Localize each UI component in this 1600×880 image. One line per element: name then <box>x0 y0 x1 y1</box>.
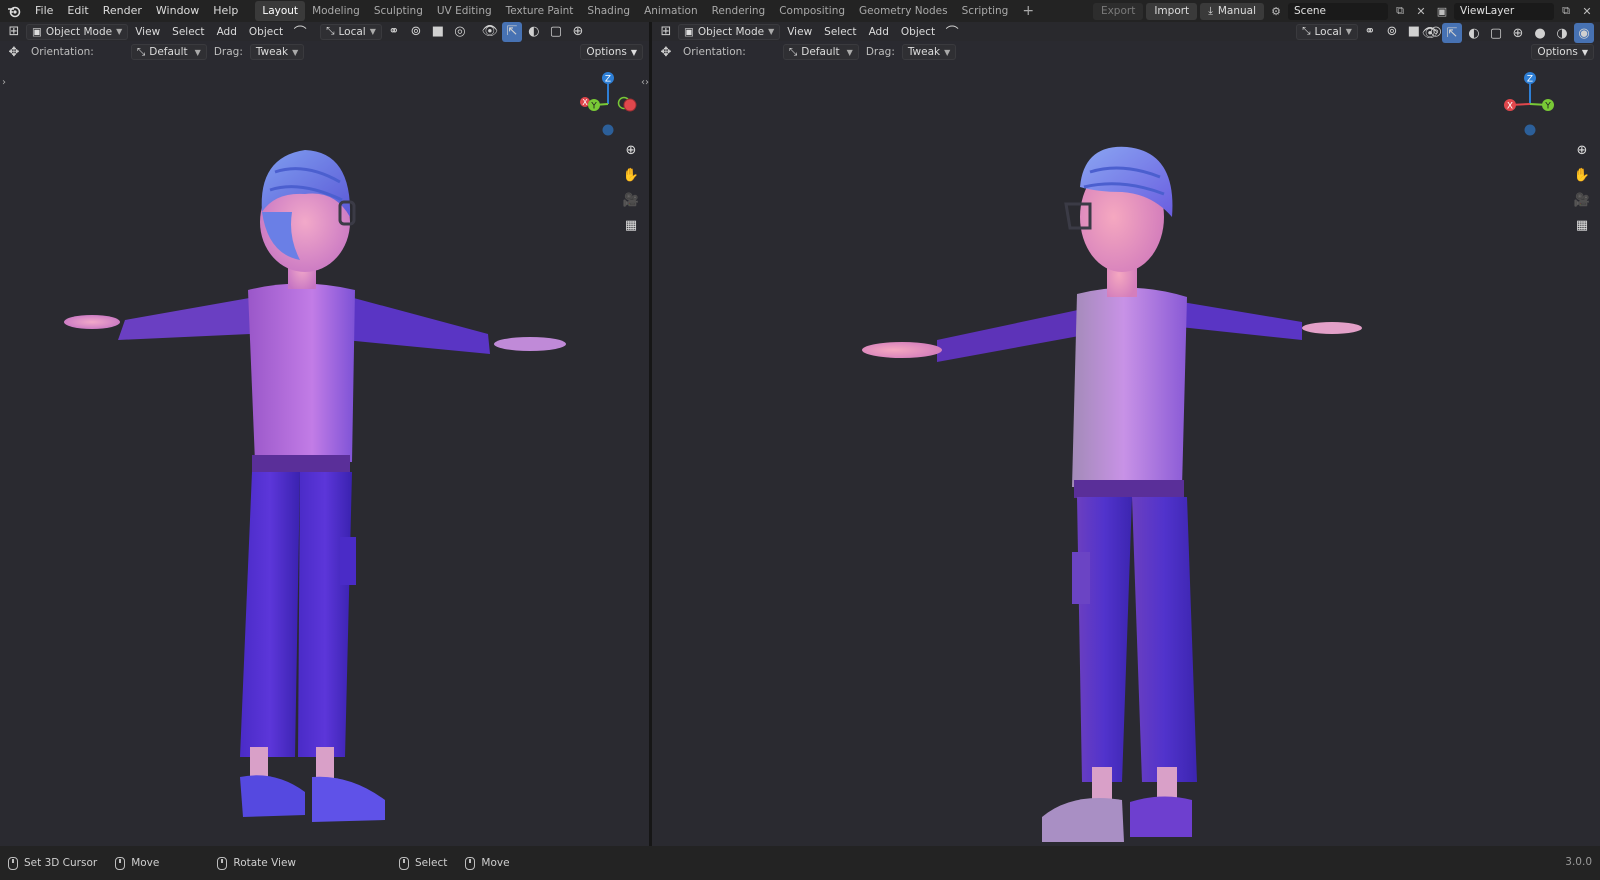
viewport-right[interactable]: ⊞ ▣ Object Mode ▼ View Select Add Object ⌒… <box>652 22 1600 846</box>
mouse-middle-icon <box>115 856 126 870</box>
export-label: Export <box>1100 5 1136 17</box>
tab-layout[interactable]: Layout <box>255 1 306 21</box>
tab-sculpting[interactable]: Sculpting <box>367 1 430 21</box>
tab-geometry-nodes[interactable]: Geometry Nodes <box>852 1 955 21</box>
tab-shading[interactable]: Shading <box>580 1 637 21</box>
manual-label: Manual <box>1217 5 1256 17</box>
status-item-move-2: Move <box>465 856 510 870</box>
mouse-left-icon <box>399 856 410 870</box>
tab-uv-editing[interactable]: UV Editing <box>430 1 499 21</box>
status-label: Set 3D Cursor <box>24 857 98 869</box>
status-bar: Set 3D Cursor Move Rotate View Select Mo… <box>0 846 1600 880</box>
status-label: Move <box>131 857 160 869</box>
tab-scripting[interactable]: Scripting <box>955 1 1016 21</box>
new-view-layer-icon[interactable]: ⧉ <box>1557 3 1575 20</box>
mouse-right-icon <box>217 856 228 870</box>
top-bar: File Edit Render Window Help Layout Mode… <box>0 0 1600 22</box>
main-menu: File Edit Render Window Help <box>28 0 245 22</box>
mouse-left-icon <box>8 856 18 870</box>
view-layer-icon[interactable]: ▣ <box>1433 3 1451 20</box>
topbar-right: Export Import ⤓ Manual ⚙ Scene ⧉ ✕ ▣ View… <box>1092 0 1600 22</box>
status-item-move: Move <box>115 856 160 870</box>
delete-view-layer-icon[interactable]: ✕ <box>1578 3 1596 20</box>
version-label: 3.0.0 <box>1565 856 1592 868</box>
workspace-tabs: Layout Modeling Sculpting UV Editing Tex… <box>255 0 1041 22</box>
menu-render[interactable]: Render <box>96 0 149 22</box>
menu-file[interactable]: File <box>28 0 60 22</box>
scene-name: Scene <box>1294 5 1327 17</box>
tab-modeling[interactable]: Modeling <box>305 1 367 21</box>
tab-animation[interactable]: Animation <box>637 1 705 21</box>
menu-edit[interactable]: Edit <box>60 0 95 22</box>
tab-compositing[interactable]: Compositing <box>772 1 852 21</box>
character-model-back[interactable] <box>0 22 649 846</box>
status-item-rotate-view: Rotate View <box>217 856 297 870</box>
new-scene-icon[interactable]: ⧉ <box>1391 3 1409 20</box>
tab-rendering[interactable]: Rendering <box>705 1 773 21</box>
mouse-middle-icon <box>465 856 476 870</box>
tab-texture-paint[interactable]: Texture Paint <box>499 1 581 21</box>
status-label: Select <box>415 857 448 869</box>
blender-logo-icon[interactable] <box>0 0 28 22</box>
view-layer-field[interactable]: ViewLayer <box>1454 2 1554 20</box>
scene-field[interactable]: Scene <box>1288 2 1388 20</box>
download-icon: ⤓ <box>1208 4 1213 17</box>
character-model-three-quarter[interactable] <box>652 22 1600 846</box>
viewport-left[interactable]: ⊞ ▣ Object Mode ▼ View Select Add Object ⌒… <box>0 22 649 846</box>
menu-window[interactable]: Window <box>149 0 206 22</box>
menu-help[interactable]: Help <box>206 0 245 22</box>
status-item-set-cursor: Set 3D Cursor <box>8 856 98 870</box>
import-button[interactable]: Import <box>1146 2 1198 20</box>
view-layer-name: ViewLayer <box>1460 5 1515 17</box>
import-label: Import <box>1154 5 1190 17</box>
status-item-select: Select <box>399 856 448 870</box>
manual-button[interactable]: ⤓ Manual <box>1200 2 1264 20</box>
status-label: Rotate View <box>233 857 297 869</box>
delete-scene-icon[interactable]: ✕ <box>1412 3 1430 20</box>
add-workspace-button[interactable]: + <box>1015 1 1041 21</box>
scene-icon[interactable]: ⚙ <box>1267 3 1285 20</box>
export-button[interactable]: Export <box>1092 2 1144 20</box>
status-label: Move <box>481 857 510 869</box>
